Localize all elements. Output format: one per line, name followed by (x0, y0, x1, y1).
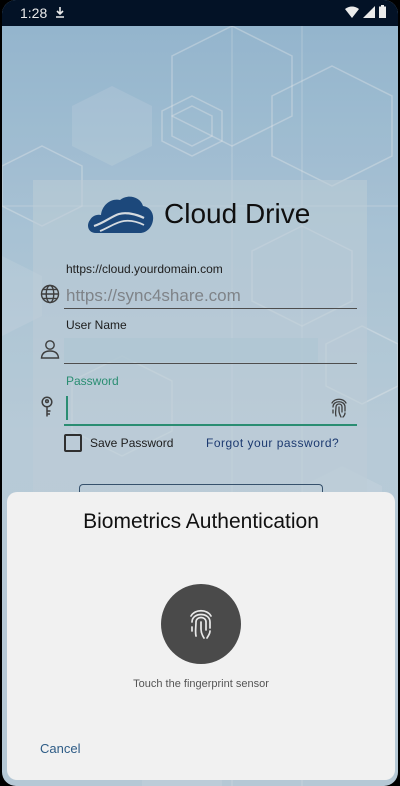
dialog-title: Biometrics Authentication (83, 510, 319, 533)
phone-screen: 1:28 Cloud Drive https://cloud.yourdomai… (2, 0, 398, 786)
biometric-dialog: Biometrics Authentication Touch the fing… (7, 492, 395, 780)
fingerprint-icon (190, 609, 212, 639)
cancel-button[interactable]: Cancel (40, 741, 80, 756)
dialog-hint: Touch the fingerprint sensor (133, 678, 269, 690)
fingerprint-sensor-button (161, 584, 241, 664)
